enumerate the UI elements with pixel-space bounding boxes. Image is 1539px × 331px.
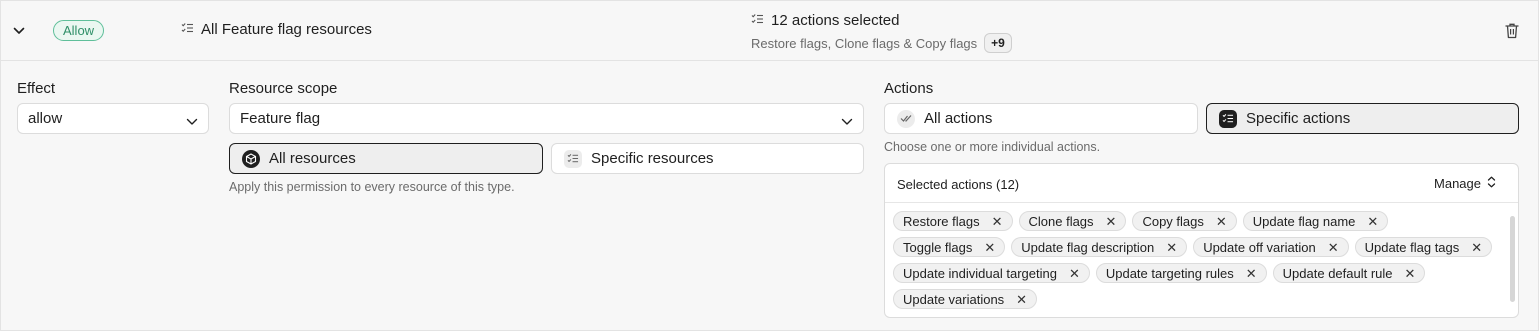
actions-summary-list: Restore flags, Clone flags & Copy flags <box>751 35 978 51</box>
permission-header: Allow All Feature flag resources 12 acti… <box>1 1 1538 61</box>
action-chip-label: Update flag name <box>1252 213 1356 229</box>
resource-title: All Feature flag resources <box>181 21 372 38</box>
double-check-icon <box>897 109 915 128</box>
action-chip: Toggle flags ✕ <box>893 237 1006 257</box>
resource-scope-label: Resource scope <box>229 80 338 97</box>
close-icon[interactable]: ✕ <box>1328 241 1339 254</box>
selected-actions-header: Selected actions (12) Manage <box>885 164 1518 203</box>
action-chip: Update variations ✕ <box>893 289 1038 309</box>
close-icon[interactable]: ✕ <box>1471 241 1482 254</box>
effect-badge: Allow <box>53 20 105 41</box>
manage-button[interactable]: Manage <box>1434 176 1496 191</box>
selected-actions-title: Selected actions (12) <box>897 177 1020 192</box>
close-icon[interactable]: ✕ <box>992 215 1003 228</box>
close-icon[interactable]: ✕ <box>1069 267 1080 280</box>
action-chip: Update flag tags ✕ <box>1354 237 1493 257</box>
action-chip: Copy flags ✕ <box>1132 211 1237 231</box>
permission-panel: Allow All Feature flag resources 12 acti… <box>0 0 1539 331</box>
all-resources-option[interactable]: All resources <box>229 143 543 174</box>
specific-actions-option[interactable]: Specific actions <box>1206 103 1519 134</box>
resource-scope-value: Feature flag <box>240 110 321 127</box>
selected-actions-box: Selected actions (12) Manage Restore fla… <box>884 163 1519 318</box>
checklist-icon <box>181 21 194 38</box>
action-chip: Restore flags ✕ <box>893 211 1013 231</box>
close-icon[interactable]: ✕ <box>1166 241 1177 254</box>
specific-resources-option[interactable]: Specific resources <box>551 143 864 174</box>
chips-scrollbar[interactable] <box>1510 216 1515 302</box>
close-icon[interactable]: ✕ <box>984 241 995 254</box>
trash-icon[interactable] <box>1504 22 1522 40</box>
action-chip-label: Update off variation <box>1203 239 1316 255</box>
actions-help: Choose one or more individual actions. <box>884 140 1101 154</box>
chevron-down-icon <box>186 113 198 130</box>
action-chip: Update targeting rules ✕ <box>1095 263 1267 283</box>
more-actions-badge[interactable]: +9 <box>984 33 1012 53</box>
action-chip: Clone flags ✕ <box>1018 211 1127 231</box>
resource-title-text: All Feature flag resources <box>201 21 372 38</box>
close-icon[interactable]: ✕ <box>1016 293 1027 306</box>
actions-summary: 12 actions selected Restore flags, Clone… <box>751 11 1012 53</box>
action-chip-label: Toggle flags <box>903 239 973 255</box>
action-chip: Update flag name ✕ <box>1242 211 1389 231</box>
close-icon[interactable]: ✕ <box>1367 215 1378 228</box>
chevron-down-icon[interactable] <box>10 22 28 40</box>
specific-resources-label: Specific resources <box>591 150 714 167</box>
action-chip: Update individual targeting ✕ <box>893 263 1090 283</box>
action-chip-label: Update variations <box>903 291 1005 307</box>
resource-scope-help: Apply this permission to every resource … <box>229 180 515 194</box>
action-chip-label: Update targeting rules <box>1105 265 1234 281</box>
action-chip-label: Update flag tags <box>1364 239 1460 255</box>
all-actions-option[interactable]: All actions <box>884 103 1198 134</box>
actions-label: Actions <box>884 80 934 97</box>
specific-actions-label: Specific actions <box>1246 110 1351 127</box>
action-chip: Update off variation ✕ <box>1193 237 1349 257</box>
selected-actions-chips: Restore flags ✕ Clone flags ✕ Copy flags ✕ Upd… <box>893 211 1497 309</box>
close-icon[interactable]: ✕ <box>1246 267 1257 280</box>
chevron-down-icon <box>841 113 853 130</box>
action-chip-label: Restore flags <box>903 213 980 229</box>
action-chip-label: Update individual targeting <box>903 265 1057 281</box>
checklist-icon <box>564 149 582 168</box>
action-chip-label: Copy flags <box>1142 213 1204 229</box>
chevrons-up-down-icon <box>1487 176 1496 191</box>
checklist-icon <box>751 12 764 29</box>
actions-summary-title: 12 actions selected <box>771 11 900 29</box>
action-chip: Update default rule ✕ <box>1272 263 1426 283</box>
action-chip-label: Clone flags <box>1028 213 1094 229</box>
all-resources-label: All resources <box>269 150 356 167</box>
manage-label: Manage <box>1434 176 1481 191</box>
action-chip-label: Update flag description <box>1021 239 1155 255</box>
close-icon[interactable]: ✕ <box>1405 267 1416 280</box>
close-icon[interactable]: ✕ <box>1106 215 1117 228</box>
effect-label: Effect <box>17 80 56 97</box>
effect-select[interactable]: allow <box>17 103 209 134</box>
action-chip: Update flag description ✕ <box>1011 237 1188 257</box>
all-actions-label: All actions <box>924 110 993 127</box>
checklist-icon <box>1219 109 1237 128</box>
effect-value: allow <box>28 110 63 127</box>
action-chip-label: Update default rule <box>1282 265 1393 281</box>
cube-icon <box>242 149 260 168</box>
close-icon[interactable]: ✕ <box>1216 215 1227 228</box>
resource-scope-select[interactable]: Feature flag <box>229 103 864 134</box>
